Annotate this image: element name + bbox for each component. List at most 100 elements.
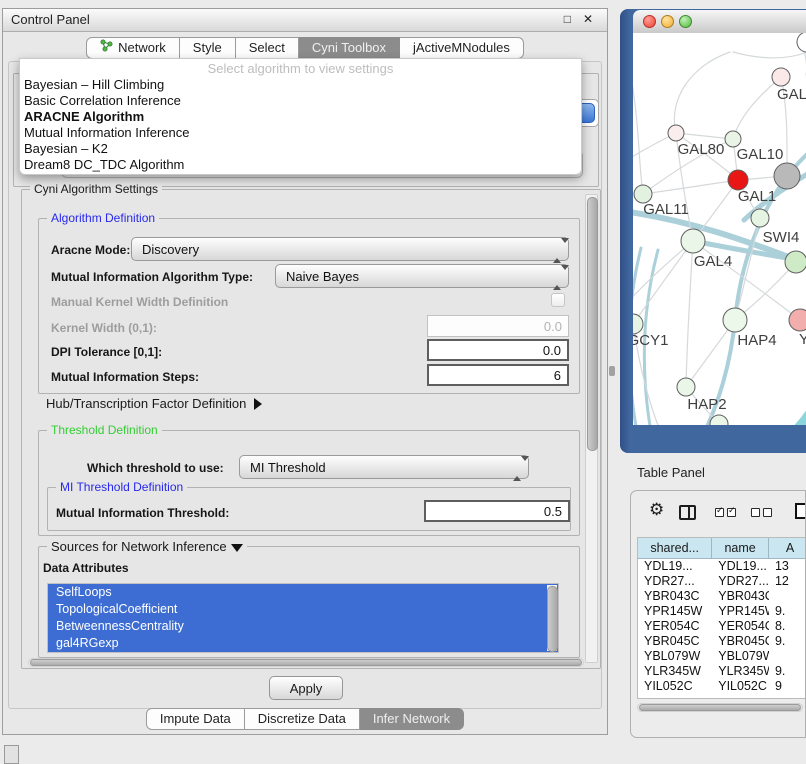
network-node[interactable]: [668, 125, 684, 141]
table-row[interactable]: YDR27...YDR27...12: [638, 574, 806, 589]
tab-network[interactable]: Network: [86, 37, 180, 59]
aracne-mode-combobox[interactable]: Discovery: [131, 237, 569, 261]
network-edge[interactable]: [676, 133, 733, 139]
network-edge[interactable]: [733, 50, 806, 58]
algorithm-popup-placeholder: Select algorithm to view settings: [20, 59, 581, 77]
attribute-list-item[interactable]: gal4RGexp: [48, 635, 558, 652]
collapse-down-icon[interactable]: [231, 544, 243, 552]
scrollbar-thumb[interactable]: [30, 659, 582, 666]
attribute-list-item[interactable]: TopologicalCoefficient: [48, 601, 558, 618]
table-column-header[interactable]: A: [769, 538, 806, 559]
network-node[interactable]: [728, 170, 748, 190]
table-row[interactable]: YBR045CYBR045C9.: [638, 634, 806, 649]
window-minimize-button[interactable]: [661, 15, 674, 28]
attribute-list-item[interactable]: BetweennessCentrality: [48, 618, 558, 635]
settings-horizontal-scrollbar[interactable]: [28, 658, 584, 667]
table-row[interactable]: YLR345WYLR345W9.: [638, 664, 806, 679]
network-node[interactable]: [681, 229, 705, 253]
gear-icon[interactable]: ⚙: [649, 500, 664, 520]
network-node[interactable]: [751, 209, 769, 227]
table-cell: YBL079W: [638, 649, 712, 664]
tab-cyni-toolbox[interactable]: Cyni Toolbox: [299, 37, 400, 59]
table-row[interactable]: YER054CYER054C8.: [638, 619, 806, 634]
kernel-width-field[interactable]: 0.0: [427, 315, 569, 337]
network-node-label: GCY1: [633, 332, 668, 349]
manual-kernel-checkbox[interactable]: [551, 293, 565, 307]
node-attribute-table[interactable]: shared...nameA YDL19...YDL19...13YDR27..…: [637, 537, 806, 699]
tab-select[interactable]: Select: [236, 37, 299, 59]
new-table-icon[interactable]: [795, 503, 806, 519]
table-column-header[interactable]: shared...: [638, 538, 712, 559]
algorithm-option[interactable]: ARACNE Algorithm: [20, 109, 581, 125]
network-edge[interactable]: [633, 60, 643, 194]
restore-icon[interactable]: □: [564, 12, 571, 26]
table-row[interactable]: YDL19...YDL19...13: [638, 559, 806, 574]
tab-infer-network[interactable]: Infer Network: [360, 708, 464, 730]
deselect-all-icon[interactable]: [751, 508, 772, 517]
select-all-icon[interactable]: [715, 508, 736, 517]
network-edge[interactable]: [633, 241, 693, 324]
columns-icon[interactable]: [679, 505, 696, 520]
tab-impute-data[interactable]: Impute Data: [146, 708, 245, 730]
algorithm-option[interactable]: Bayesian – K2: [20, 141, 581, 157]
settings-vertical-scrollbar[interactable]: [585, 194, 598, 663]
algorithm-option[interactable]: Mutual Information Inference: [20, 125, 581, 141]
apply-button[interactable]: Apply: [269, 676, 343, 700]
tab-style[interactable]: Style: [180, 37, 236, 59]
network-edge[interactable]: [686, 241, 693, 387]
network-node[interactable]: [785, 251, 806, 273]
minimized-panel-icon[interactable]: [4, 745, 19, 764]
network-node[interactable]: [774, 163, 800, 189]
mi-type-value: Naive Bayes: [286, 269, 359, 284]
network-window-titlebar[interactable]: [633, 10, 806, 34]
table-row[interactable]: YPR145WYPR145W9.: [638, 604, 806, 619]
network-node[interactable]: [725, 131, 741, 147]
algorithm-option[interactable]: Bayesian – Hill Climbing: [20, 77, 581, 93]
network-edge[interactable]: [674, 52, 730, 133]
network-node[interactable]: [633, 314, 643, 334]
table-panel-window: ⚙ shared...nameA YDL19...YDL19...13YDR27…: [630, 490, 806, 738]
mi-threshold-field[interactable]: 0.5: [424, 500, 570, 522]
control-panel-titlebar[interactable]: Control Panel □ ✕: [3, 9, 607, 32]
expand-right-icon[interactable]: [254, 398, 262, 410]
network-graph[interactable]: GALGAL80GAL10GAL1GAL11SWI4GAL4GCY1HAP4YH…: [633, 33, 806, 425]
network-edge[interactable]: [643, 180, 738, 194]
network-edge[interactable]: [733, 77, 781, 139]
attribute-list-item[interactable]: SelfLoops: [48, 584, 558, 601]
network-node-label: Y: [799, 331, 806, 348]
network-node[interactable]: [723, 308, 747, 332]
network-node[interactable]: [789, 309, 806, 331]
network-edge[interactable]: [735, 218, 760, 320]
window-zoom-button[interactable]: [679, 15, 692, 28]
table-horizontal-scrollbar[interactable]: [637, 703, 803, 712]
network-canvas[interactable]: GALGAL80GAL10GAL1GAL11SWI4GAL4GCY1HAP4YH…: [633, 33, 806, 425]
hub-transcription-factor-section[interactable]: Hub/Transcription Factor Definition: [46, 396, 262, 411]
sources-group-title[interactable]: Sources for Network Inference: [47, 539, 247, 554]
dpi-tolerance-field[interactable]: 0.0: [427, 339, 569, 361]
which-threshold-combobox[interactable]: MI Threshold: [239, 455, 529, 479]
scrollbar-thumb[interactable]: [547, 586, 558, 652]
table-row[interactable]: YIL052CYIL052C9: [638, 679, 806, 694]
algorithm-option[interactable]: Basic Correlation Inference: [20, 93, 581, 109]
data-attributes-list[interactable]: SelfLoopsTopologicalCoefficientBetweenne…: [47, 583, 559, 653]
attributes-list-scrollbar[interactable]: [547, 585, 557, 651]
panel-divider-handle[interactable]: [609, 366, 615, 376]
algorithm-option[interactable]: Dream8 DC_TDC Algorithm: [20, 157, 581, 173]
network-edge-highlighted[interactable]: [776, 404, 806, 425]
mi-steps-field[interactable]: 6: [427, 364, 569, 386]
network-node[interactable]: [677, 378, 695, 396]
network-node[interactable]: [797, 33, 806, 52]
table-cell: 9.: [769, 634, 806, 649]
mi-type-combobox[interactable]: Naive Bayes: [275, 264, 569, 288]
window-close-button[interactable]: [643, 15, 656, 28]
scrollbar-thumb[interactable]: [639, 704, 801, 711]
tab-jactivemnodules[interactable]: jActiveMNodules: [400, 37, 524, 59]
close-icon[interactable]: ✕: [583, 12, 593, 26]
network-node[interactable]: [772, 68, 790, 86]
table-cell: YBR045C: [638, 634, 712, 649]
table-row[interactable]: YBR043CYBR043C: [638, 589, 806, 604]
tab-discretize-data[interactable]: Discretize Data: [245, 708, 360, 730]
table-column-header[interactable]: name: [712, 538, 769, 559]
scrollbar-thumb[interactable]: [587, 197, 598, 451]
table-row[interactable]: YBL079WYBL079W: [638, 649, 806, 664]
